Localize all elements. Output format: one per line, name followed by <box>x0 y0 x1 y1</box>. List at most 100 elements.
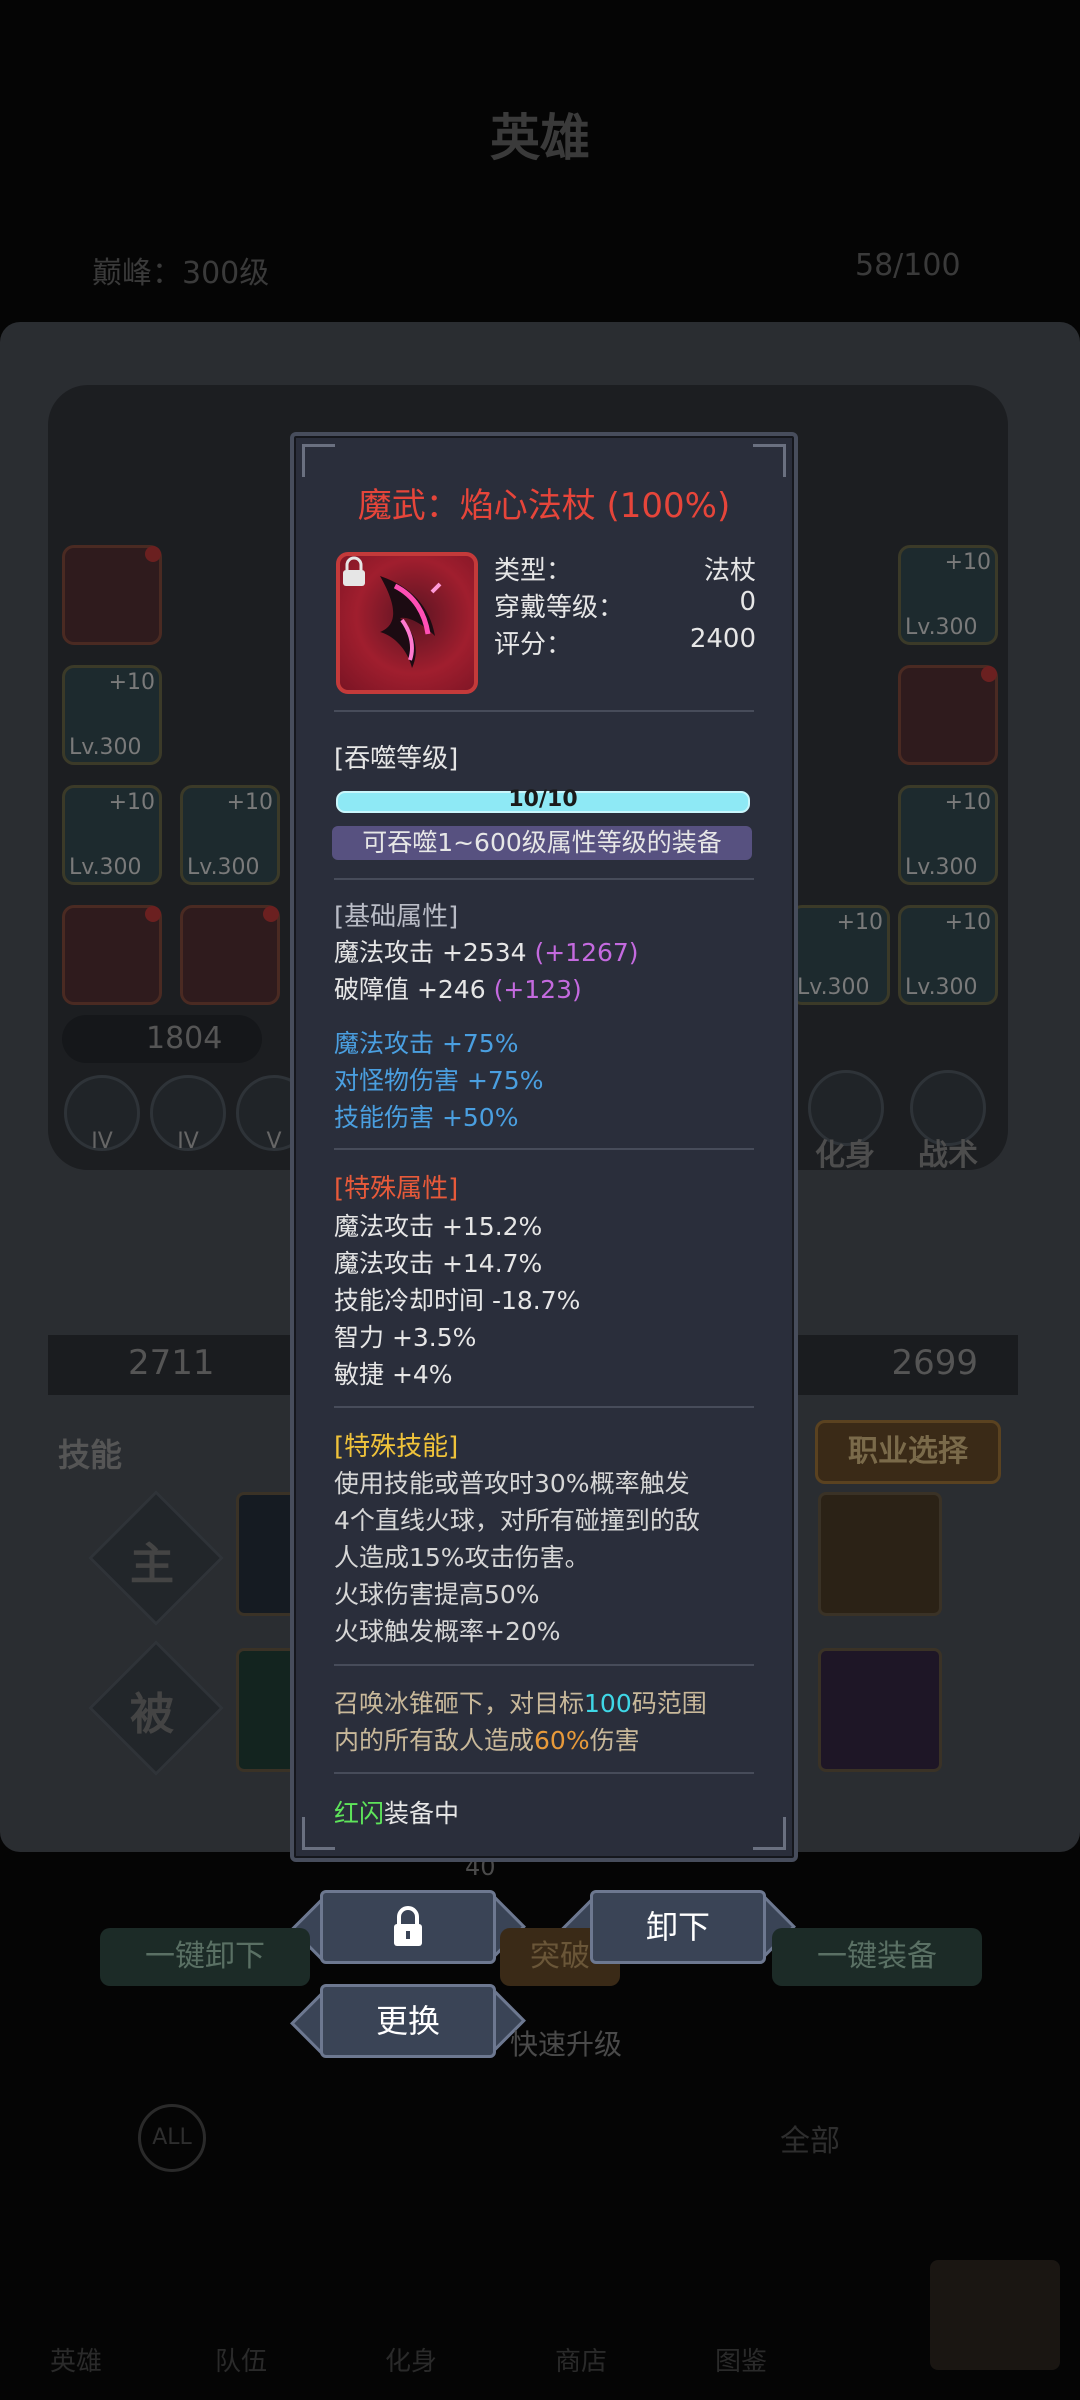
equip-slot[interactable] <box>180 905 280 1005</box>
equip-slot[interactable]: +10 Lv.300 <box>180 785 280 885</box>
replace-button[interactable]: 更换 <box>320 1984 496 2058</box>
wear-level-row: 穿戴等级： 0 <box>494 587 756 624</box>
special-skill-line: 火球触发概率+20% <box>334 1617 561 1646</box>
slot-level: Lv.300 <box>69 735 142 760</box>
skill-slot[interactable] <box>818 1648 942 1772</box>
combat-power: 1804 <box>62 1015 262 1063</box>
set-text: 召唤冰锥砸下，对目标 <box>334 1689 585 1718</box>
red-dot-icon <box>981 666 997 682</box>
special-attr-line: 技能冷却时间 -18.7% <box>334 1286 581 1315</box>
attr-text: 魔法攻击 +2534 <box>334 938 535 967</box>
skill-slot[interactable] <box>818 1492 942 1616</box>
rune-tier: IV <box>91 1129 113 1154</box>
nav-team[interactable]: 队伍 <box>215 2341 267 2378</box>
wear-level-value: 0 <box>739 587 756 617</box>
devour-header: [吞噬等级] <box>334 744 459 774</box>
filter-all-button[interactable]: ALL <box>138 2104 206 2172</box>
nav-hero[interactable]: 英雄 <box>50 2341 102 2378</box>
frame-corner <box>753 444 786 477</box>
wear-level-label: 穿戴等级： <box>494 593 625 623</box>
equip-slot[interactable]: +10 Lv.300 <box>62 785 162 885</box>
slot-level: Lv.300 <box>797 975 870 1000</box>
active-label: 主 <box>130 1539 174 1590</box>
slot-level: Lv.300 <box>69 855 142 880</box>
equip-slot[interactable]: +10 Lv.300 <box>898 905 998 1005</box>
set-damage: 60% <box>534 1726 590 1755</box>
devour-progress-text: 10/10 <box>508 787 578 812</box>
divider <box>334 878 754 880</box>
nav-avatar[interactable]: 化身 <box>385 2341 437 2378</box>
divider <box>334 1772 754 1774</box>
slot-plus: +10 <box>944 910 991 935</box>
rune-tier: IV <box>177 1129 199 1154</box>
slot-plus: +10 <box>944 550 991 575</box>
frame-corner <box>302 444 335 477</box>
lock-icon <box>343 556 365 586</box>
tactics-label: 战术 <box>918 1138 978 1173</box>
go-arrow-button[interactable] <box>930 2260 1060 2370</box>
peak-level: 巅峰：300级 <box>92 256 270 291</box>
devour-progress-bar: 10/10 <box>336 787 750 813</box>
special-skill-line: 4个直线火球，对所有碰撞到的敌 <box>334 1506 700 1535</box>
score-row: 评分： 2400 <box>494 624 756 661</box>
attr-bonus: (+123) <box>493 975 582 1004</box>
red-dot-icon <box>263 906 279 922</box>
unequip-button[interactable]: 卸下 <box>590 1890 766 1964</box>
right-power: 2699 <box>891 1343 978 1383</box>
slot-count: 58/100 <box>855 248 961 283</box>
equip-slot[interactable] <box>62 545 162 645</box>
equipped-suffix: 装备中 <box>384 1799 460 1828</box>
devour-note: 可吞噬1~600级属性等级的装备 <box>332 826 752 860</box>
type-row: 类型： 法杖 <box>494 550 756 587</box>
equip-slot[interactable] <box>898 665 998 765</box>
divider <box>334 1406 754 1408</box>
screen-title: 英雄 <box>490 109 590 167</box>
bottom-nav: 英雄 队伍 化身 商店 图鉴 <box>0 2260 1080 2400</box>
equip-slot[interactable]: +10 Lv.300 <box>898 545 998 645</box>
quick-upgrade-label[interactable]: 快速升级 <box>510 2023 622 2063</box>
nav-shop[interactable]: 商店 <box>555 2341 607 2378</box>
item-detail-popup: 魔武：焰心法杖 (100%) 类型： 法杖 穿戴等级： 0 评分： 2400 [… <box>290 432 798 1862</box>
equip-slot[interactable] <box>62 905 162 1005</box>
nav-codex[interactable]: 图鉴 <box>715 2341 767 2378</box>
filter-all-text[interactable]: 全部 <box>780 2116 840 2160</box>
left-power: 2711 <box>128 1343 215 1383</box>
equip-slot[interactable]: +10 Lv.300 <box>898 785 998 885</box>
type-label: 类型： <box>494 556 573 586</box>
set-effect-line: 内的所有敌人造成60%伤害 <box>334 1721 640 1757</box>
equip-slot[interactable]: +10 Lv.300 <box>790 905 890 1005</box>
set-effect-line: 召唤冰锥砸下，对目标100码范围 <box>334 1684 707 1720</box>
special-attr-line: 智力 +3.5% <box>334 1323 477 1352</box>
special-attr-line: 魔法攻击 +15.2% <box>334 1212 543 1241</box>
divider <box>334 1664 754 1666</box>
slot-plus: +10 <box>108 670 155 695</box>
rune-icon[interactable]: IV <box>64 1075 140 1154</box>
equipped-hero-name: 红闪 <box>334 1799 385 1828</box>
skills-label: 技能 <box>58 1436 123 1474</box>
rune-icon[interactable]: IV <box>150 1075 226 1154</box>
type-value: 法杖 <box>703 556 756 586</box>
one-key-unequip-button[interactable]: 一键卸下 <box>100 1928 310 1986</box>
special-attr-header: [特殊属性] <box>334 1174 459 1204</box>
item-icon-frame <box>336 552 478 694</box>
equip-slot[interactable]: +10 Lv.300 <box>62 665 162 765</box>
one-key-equip-button[interactable]: 一键装备 <box>772 1928 982 1986</box>
frame-corner <box>753 1817 786 1850</box>
filter-bar: ALL 全部 <box>130 2100 970 2180</box>
slot-plus: +10 <box>108 790 155 815</box>
set-text: 码范围 <box>631 1689 707 1718</box>
set-range: 100 <box>584 1689 632 1718</box>
job-select-button[interactable]: 职业选择 <box>815 1420 1001 1484</box>
score-value: 2400 <box>689 624 756 654</box>
frame-corner <box>302 1817 335 1850</box>
bonus-attr-line: 魔法攻击 +75% <box>334 1029 519 1058</box>
passive-label: 被 <box>130 1689 174 1740</box>
special-skill-line: 人造成15%攻击伤害。 <box>334 1543 590 1572</box>
lock-button[interactable] <box>320 1890 496 1964</box>
equipped-status: 红闪装备中 <box>334 1794 459 1830</box>
special-skill-line: 使用技能或普攻时30%概率触发 <box>334 1469 690 1498</box>
slot-level: Lv.300 <box>905 615 978 640</box>
slot-plus: +10 <box>944 790 991 815</box>
slot-level: Lv.300 <box>187 855 260 880</box>
slot-level: Lv.300 <box>905 975 978 1000</box>
